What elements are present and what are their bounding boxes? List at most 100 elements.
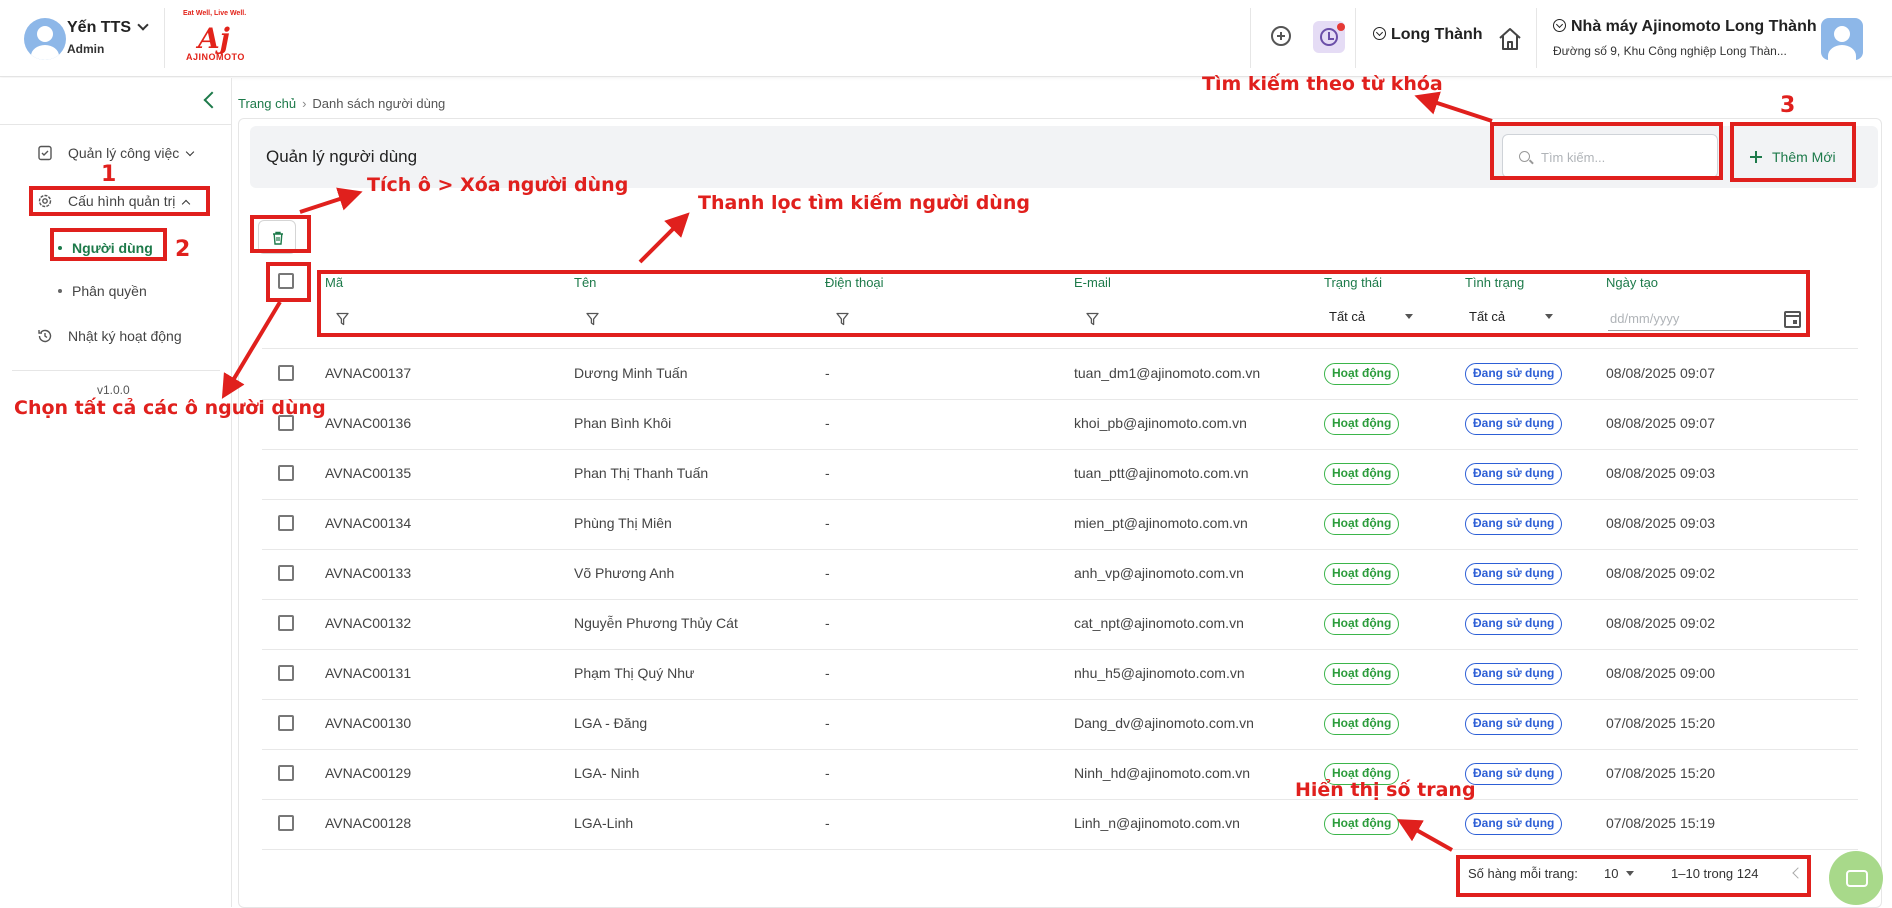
sidebar-divider	[0, 124, 232, 125]
cell-code: AVNAC00129	[325, 765, 412, 781]
annotation-number-2: 2	[175, 237, 191, 262]
row-checkbox[interactable]	[278, 565, 294, 581]
table-row-divider	[262, 799, 1858, 800]
condition-badge: Đang sử dụng	[1465, 513, 1563, 535]
cell-name: LGA - Đăng	[574, 715, 648, 731]
cell-phone: -	[825, 415, 830, 431]
condition-badge: Đang sử dụng	[1465, 663, 1563, 685]
status-badge: Hoạt động	[1324, 413, 1400, 435]
cell-code: AVNAC00134	[325, 515, 412, 531]
status-badge: Hoạt động	[1324, 663, 1400, 685]
cell-code: AVNAC00132	[325, 615, 412, 631]
user-menu[interactable]: Yến TTS	[67, 19, 149, 37]
cell-code: AVNAC00130	[325, 715, 412, 731]
condition-badge: Đang sử dụng	[1465, 413, 1563, 435]
annotation-delete-note: Tích ô > Xóa người dùng	[367, 174, 629, 196]
factory-selector[interactable]: Nhà máy Ajinomoto Long Thành	[1553, 18, 1817, 36]
cell-phone: -	[825, 515, 830, 531]
content-card	[238, 118, 1882, 908]
add-circle-icon[interactable]	[1271, 26, 1291, 46]
cell-name: Nguyễn Phương Thủy Cát	[574, 615, 738, 631]
annotation-box-users	[50, 228, 167, 261]
cell-created: 08/08/2025 09:02	[1606, 615, 1715, 631]
cell-created: 07/08/2025 15:19	[1606, 815, 1715, 831]
condition-badge: Đang sử dụng	[1465, 813, 1563, 835]
task-icon	[38, 145, 52, 161]
cell-created: 08/08/2025 09:00	[1606, 665, 1715, 681]
logo-mark: Aj	[198, 22, 230, 55]
cell-name: LGA-Linh	[574, 815, 634, 831]
sidebar-item-label: Quản lý công việc	[68, 145, 180, 161]
cell-created: 08/08/2025 09:03	[1606, 515, 1715, 531]
breadcrumb: Trang chủ › Danh sách người dùng	[238, 96, 445, 111]
breadcrumb-home[interactable]: Trang chủ	[238, 96, 296, 111]
chevron-circle-icon	[1553, 19, 1566, 32]
row-checkbox[interactable]	[278, 515, 294, 531]
cell-email: khoi_pb@ajinomoto.com.vn	[1074, 415, 1247, 431]
cell-phone: -	[825, 465, 830, 481]
cell-phone: -	[825, 715, 830, 731]
status-badge: Hoạt động	[1324, 813, 1400, 835]
cell-email: nhu_h5@ajinomoto.com.vn	[1074, 665, 1245, 681]
table-divider	[262, 348, 1858, 349]
row-checkbox[interactable]	[278, 365, 294, 381]
row-checkbox[interactable]	[278, 815, 294, 831]
logo-name: AJINOMOTO	[186, 52, 245, 62]
status-badge: Hoạt động	[1324, 463, 1400, 485]
page-title: Quản lý người dùng	[266, 147, 418, 166]
table-row-divider	[262, 399, 1858, 400]
annotation-box-filter-bar	[317, 270, 1810, 337]
cell-email: mien_pt@ajinomoto.com.vn	[1074, 515, 1248, 531]
cell-email: anh_vp@ajinomoto.com.vn	[1074, 565, 1244, 581]
sidebar-item-activity-log[interactable]: Nhật ký hoạt động	[68, 328, 182, 344]
cell-phone: -	[825, 565, 830, 581]
chat-button[interactable]	[1829, 851, 1883, 905]
annotation-box-pagination	[1456, 855, 1811, 897]
row-checkbox[interactable]	[278, 665, 294, 681]
history-button[interactable]	[1313, 21, 1345, 53]
user-name: Yến TTS	[67, 19, 132, 36]
user-role: Admin	[67, 42, 105, 56]
location-selector[interactable]: Long Thành	[1373, 26, 1483, 44]
cell-email: Dang_dv@ajinomoto.com.vn	[1074, 715, 1254, 731]
cell-phone: -	[825, 815, 830, 831]
table-row-divider	[262, 849, 1858, 850]
condition-badge: Đang sử dụng	[1465, 613, 1563, 635]
cell-email: Ninh_hd@ajinomoto.com.vn	[1074, 765, 1251, 781]
status-badge: Hoạt động	[1324, 713, 1400, 735]
notification-dot	[1337, 23, 1345, 31]
annotation-search-note: Tìm kiếm theo từ khóa	[1202, 73, 1443, 95]
status-badge: Hoạt động	[1324, 613, 1400, 635]
divider	[1250, 8, 1251, 68]
status-badge: Hoạt động	[1324, 513, 1400, 535]
condition-badge: Đang sử dụng	[1465, 363, 1563, 385]
sidebar-subitem-permissions[interactable]: Phân quyền	[58, 283, 147, 299]
logo-tagline: Eat Well, Live Well.	[183, 10, 247, 17]
cell-code: AVNAC00133	[325, 565, 412, 581]
cell-name: Phan Bình Khôi	[574, 415, 672, 431]
cell-name: LGA- Ninh	[574, 765, 640, 781]
cell-created: 07/08/2025 15:20	[1606, 765, 1715, 781]
row-checkbox[interactable]	[278, 615, 294, 631]
cell-email: tuan_ptt@ajinomoto.com.vn	[1074, 465, 1249, 481]
home-icon[interactable]	[1497, 26, 1523, 52]
row-checkbox[interactable]	[278, 715, 294, 731]
condition-badge: Đang sử dụng	[1465, 763, 1563, 785]
row-checkbox[interactable]	[278, 765, 294, 781]
table-row-divider	[262, 699, 1858, 700]
cell-email: Linh_n@ajinomoto.com.vn	[1074, 815, 1240, 831]
row-checkbox[interactable]	[278, 465, 294, 481]
cell-code: AVNAC00131	[325, 665, 412, 681]
user-avatar[interactable]	[24, 18, 66, 60]
annotation-box-add	[1730, 122, 1856, 182]
cell-email: tuan_dm1@ajinomoto.com.vn	[1074, 365, 1261, 381]
cell-phone: -	[825, 615, 830, 631]
sidebar-item-task-management[interactable]: Quản lý công việc	[68, 145, 195, 161]
profile-avatar[interactable]	[1821, 18, 1863, 60]
top-header: Yến TTS Admin Eat Well, Live Well. Aj AJ…	[0, 0, 1892, 77]
cell-code: AVNAC00136	[325, 415, 412, 431]
chevron-down-icon	[186, 147, 195, 157]
bullet-icon	[58, 289, 62, 293]
cell-phone: -	[825, 765, 830, 781]
sidebar-subitem-label: Phân quyền	[72, 283, 147, 299]
